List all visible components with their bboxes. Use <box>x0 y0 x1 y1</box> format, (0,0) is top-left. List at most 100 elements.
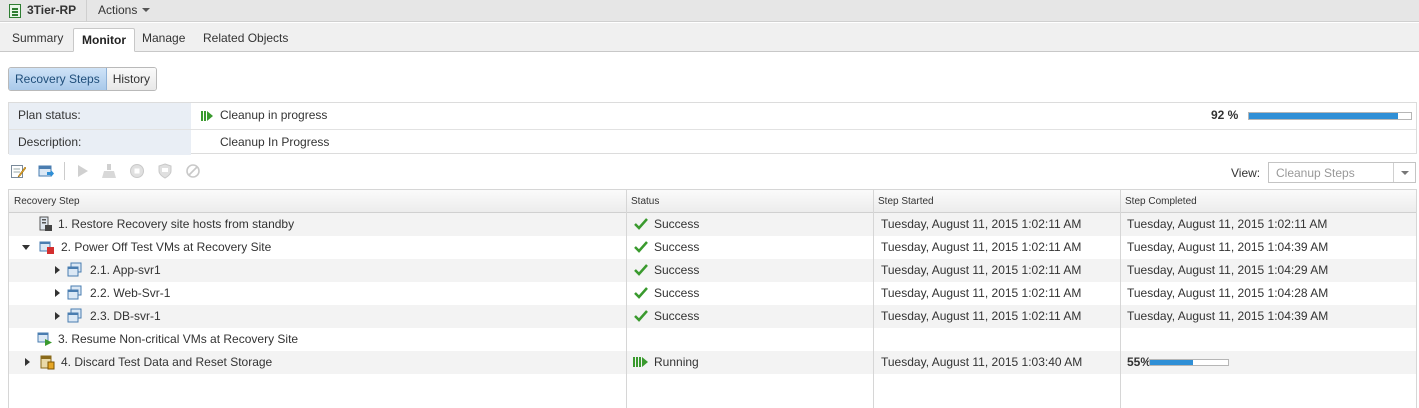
step-started: Tuesday, August 11, 2015 1:02:11 AM <box>881 286 1082 300</box>
expand-icon[interactable] <box>55 312 60 320</box>
toolbar-divider <box>64 162 65 180</box>
toolbar: View: Cleanup Steps <box>8 160 1417 183</box>
step-name: 4. Discard Test Data and Reset Storage <box>61 355 273 369</box>
step-started: Tuesday, August 11, 2015 1:02:11 AM <box>881 240 1082 254</box>
step-status: Success <box>654 240 700 254</box>
step-status: Running <box>654 355 699 369</box>
view-label: View: <box>1231 166 1261 180</box>
success-check-icon <box>634 218 648 230</box>
recovery-steps-button[interactable]: Recovery Steps <box>9 68 107 90</box>
step-started: Tuesday, August 11, 2015 1:03:40 AM <box>881 355 1083 369</box>
table-row[interactable]: 1. Restore Recovery site hosts from stan… <box>9 213 1416 236</box>
step-name: 2.2. Web-Svr-1 <box>90 286 171 300</box>
shield-icon[interactable] <box>157 163 173 179</box>
plan-progress-text: 92 % <box>1211 108 1239 122</box>
storage-icon <box>40 355 55 370</box>
description-row: Description: Cleanup In Progress <box>9 129 1416 155</box>
step-status: Success <box>654 217 700 231</box>
tab-bar: Summary Monitor Manage Related Objects <box>0 23 1419 52</box>
step-completed: Tuesday, August 11, 2015 1:04:39 AM <box>1127 309 1329 323</box>
cancel-icon[interactable] <box>185 163 201 179</box>
step-name: 2. Power Off Test VMs at Recovery Site <box>61 240 272 254</box>
step-name: 3. Resume Non-critical VMs at Recovery S… <box>58 332 299 346</box>
recovery-plan-icon <box>9 4 21 18</box>
view-select[interactable]: Cleanup Steps <box>1268 162 1416 183</box>
description-label: Description: <box>9 130 191 155</box>
vm-icon <box>67 262 82 277</box>
step-completed: Tuesday, August 11, 2015 1:04:39 AM <box>1127 240 1329 254</box>
plan-progress-fill <box>1249 113 1399 119</box>
success-check-icon <box>634 264 648 276</box>
step-started: Tuesday, August 11, 2015 1:02:11 AM <box>881 217 1082 231</box>
tab-monitor[interactable]: Monitor <box>73 28 135 52</box>
column-header-step-completed[interactable]: Step Completed <box>1125 196 1197 207</box>
table-row[interactable]: 2.2. Web-Svr-1 Success Tuesday, August 1… <box>9 282 1416 305</box>
edit-icon[interactable] <box>10 163 26 179</box>
plan-status-value: Cleanup in progress <box>220 108 328 122</box>
step-started: Tuesday, August 11, 2015 1:02:11 AM <box>881 309 1082 323</box>
vm-icon <box>67 308 82 323</box>
view-toggle: Recovery Steps History <box>8 67 158 91</box>
page-title: 3Tier-RP <box>27 3 77 17</box>
chevron-down-icon <box>1393 163 1415 182</box>
plan-status-panel: Plan status: Cleanup in progress 92 % De… <box>8 102 1417 155</box>
vm-icon <box>67 285 82 300</box>
actions-label: Actions <box>98 3 138 17</box>
table-row[interactable]: 2.1. App-svr1 Success Tuesday, August 11… <box>9 259 1416 282</box>
step-progress-fill <box>1150 360 1193 365</box>
stop-icon[interactable] <box>129 163 145 179</box>
tab-related-objects[interactable]: Related Objects <box>203 31 288 45</box>
step-completed: Tuesday, August 11, 2015 1:04:28 AM <box>1127 286 1329 300</box>
step-status: Success <box>654 309 700 323</box>
step-progress-text: 55% <box>1127 355 1152 369</box>
plan-status-row: Plan status: Cleanup in progress 92 % <box>9 103 1416 129</box>
step-completed: Tuesday, August 11, 2015 1:04:29 AM <box>1127 263 1329 277</box>
empty-row <box>9 374 1416 397</box>
column-header-step-started[interactable]: Step Started <box>878 196 934 207</box>
cleanup-icon[interactable] <box>101 163 117 179</box>
column-divider <box>626 190 627 408</box>
success-check-icon <box>634 287 648 299</box>
history-button[interactable]: History <box>106 68 157 90</box>
title-bar: 3Tier-RP Actions <box>0 0 1419 22</box>
step-started: Tuesday, August 11, 2015 1:02:11 AM <box>881 263 1082 277</box>
host-standby-icon <box>39 216 52 231</box>
actions-menu[interactable]: Actions <box>98 3 151 17</box>
success-check-icon <box>634 241 648 253</box>
expand-icon[interactable] <box>25 358 30 366</box>
table-row[interactable]: 4. Discard Test Data and Reset Storage R… <box>9 351 1416 374</box>
expand-icon[interactable] <box>55 266 60 274</box>
step-completed: Tuesday, August 11, 2015 1:02:11 AM <box>1127 217 1328 231</box>
collapse-icon[interactable] <box>22 245 30 250</box>
column-divider <box>873 190 874 408</box>
chevron-down-icon <box>142 8 151 12</box>
running-icon <box>633 357 648 367</box>
step-name: 1. Restore Recovery site hosts from stan… <box>58 217 295 231</box>
column-header-recovery-step[interactable]: Recovery Step <box>14 196 80 207</box>
table-header: Recovery Step Status Step Started Step C… <box>9 190 1416 213</box>
table-row[interactable]: 2. Power Off Test VMs at Recovery Site S… <box>9 236 1416 259</box>
divider <box>86 0 87 22</box>
power-off-vms-icon <box>39 241 54 254</box>
export-icon[interactable] <box>38 163 54 179</box>
view-select-value: Cleanup Steps <box>1276 166 1355 180</box>
step-progress-bar <box>1149 359 1229 366</box>
column-divider <box>1120 190 1121 408</box>
success-check-icon <box>634 310 648 322</box>
run-icon[interactable] <box>74 163 90 179</box>
tab-summary[interactable]: Summary <box>12 31 63 45</box>
description-value: Cleanup In Progress <box>220 135 330 149</box>
plan-progress-bar <box>1248 112 1412 120</box>
resume-vms-icon <box>37 332 52 346</box>
table-row[interactable]: 3. Resume Non-critical VMs at Recovery S… <box>9 328 1416 351</box>
step-status: Success <box>654 286 700 300</box>
step-status: Success <box>654 263 700 277</box>
column-header-status[interactable]: Status <box>631 196 659 207</box>
step-name: 2.3. DB-svr-1 <box>90 309 161 323</box>
tab-manage[interactable]: Manage <box>142 31 185 45</box>
table-row[interactable]: 2.3. DB-svr-1 Success Tuesday, August 11… <box>9 305 1416 328</box>
running-icon <box>201 111 213 121</box>
step-name: 2.1. App-svr1 <box>90 263 161 277</box>
expand-icon[interactable] <box>55 289 60 297</box>
plan-status-label: Plan status: <box>9 103 191 129</box>
